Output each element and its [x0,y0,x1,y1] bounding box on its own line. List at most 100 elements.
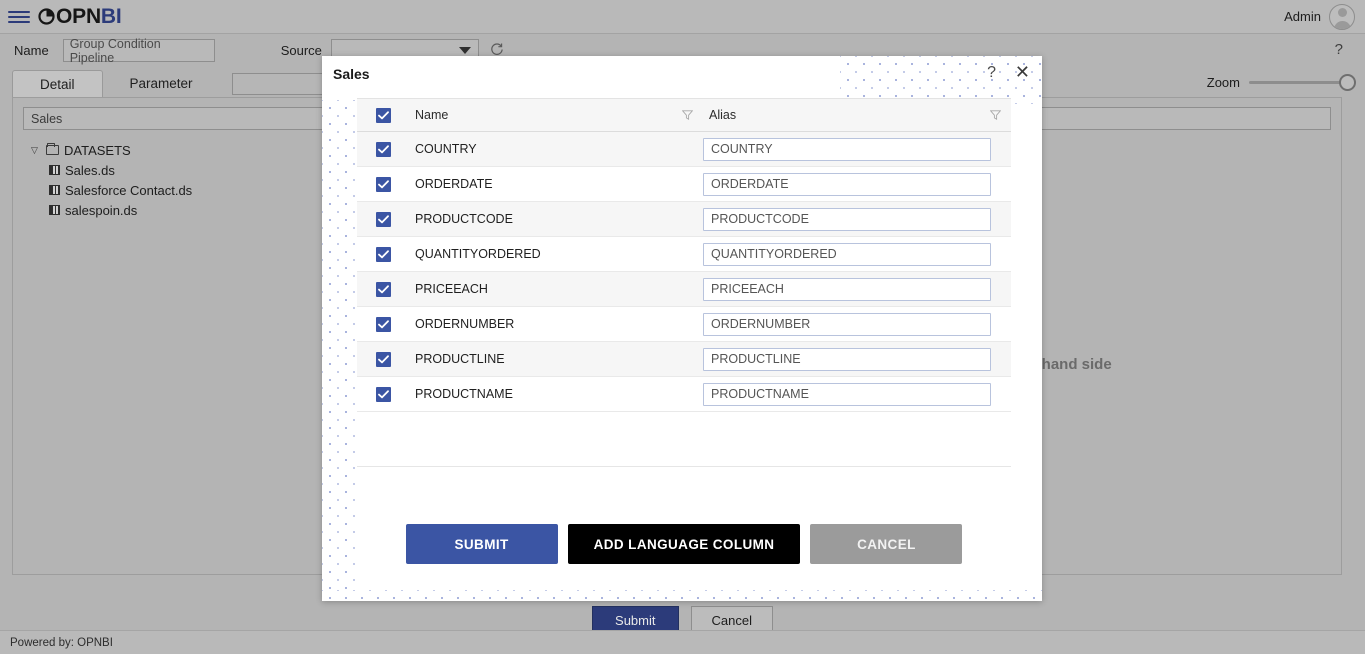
submit-button[interactable]: SUBMIT [405,524,558,564]
row-name-cell: QUANTITYORDERED [409,247,703,261]
zoom-slider-track[interactable] [1249,74,1356,91]
row-name-cell: ORDERDATE [409,177,703,191]
opnbi-logo-icon [38,8,55,25]
chevron-down-icon[interactable]: ▽ [31,145,41,155]
row-checkbox[interactable] [375,211,391,227]
row-alias-cell: ORDERDATE [703,172,1011,196]
name-input[interactable]: Group Condition Pipeline [62,37,215,65]
column-name-label: ORDERNUMBER [415,317,515,331]
folder-icon [46,143,59,155]
dataset-icon [49,185,60,195]
alias-column-header[interactable]: Alias [703,108,1011,122]
alias-input[interactable]: QUANTITYORDERED [703,242,991,266]
name-header-label: Name [415,108,449,122]
row-alias-cell: PRODUCTCODE [703,207,1011,231]
table-row: ORDERDATE ORDERDATE [357,167,1011,202]
row-check-cell [357,176,409,192]
top-header-bar: OPN BI Admin [0,0,1365,34]
row-name-cell: PRODUCTNAME [409,387,703,401]
brand-text-bi: BI [100,4,122,28]
row-name-cell: PRODUCTCODE [409,212,703,226]
table-row: QUANTITYORDERED QUANTITYORDERED [357,237,1011,272]
table-row: ORDERNUMBER ORDERNUMBER [357,307,1011,342]
column-name-label: COUNTRY [415,142,477,156]
row-name-cell: PRODUCTLINE [409,352,703,366]
chevron-down-icon [458,47,471,54]
avatar-body-icon [1333,20,1351,29]
column-name-label: ORDERDATE [415,177,493,191]
zoom-label: Zoom [1206,75,1240,90]
alias-input[interactable]: ORDERNUMBER [703,312,991,336]
source-label: Source [280,43,322,58]
columns-grid: Name Alias COUNTRY COUNTRY ORDERDATE ORD… [357,98,1011,467]
tab-parameter[interactable]: Parameter [103,70,220,97]
tree-label: Salesforce Contact.ds [65,182,193,198]
dialog-decor-dots-top [840,56,1042,104]
row-alias-cell: PRICEEACH [703,277,1011,301]
row-alias-cell: PRODUCTNAME [703,382,1011,406]
row-check-cell [357,281,409,297]
table-row: PRICEEACH PRICEEACH [357,272,1011,307]
alias-input[interactable]: PRICEEACH [703,277,991,301]
row-check-cell [357,246,409,262]
footer-powered-by: Powered by: OPNBI [10,637,113,649]
tree-label: DATASETS [64,142,131,158]
sales-columns-dialog: Sales ? ✕ Name Alias COUNTRY COUNTRY ORD… [322,56,1042,601]
avatar[interactable] [1329,3,1355,30]
dialog-help-icon[interactable]: ? [987,64,996,82]
table-row: PRODUCTNAME PRODUCTNAME [357,377,1011,412]
row-checkbox[interactable] [375,176,391,192]
table-row: COUNTRY COUNTRY [357,132,1011,167]
row-alias-cell: COUNTRY [703,137,1011,161]
column-name-label: PRODUCTNAME [415,387,513,401]
tab-parameter-label: Parameter [129,76,193,91]
user-name-label: Admin [1284,9,1321,24]
select-all-checkbox[interactable] [375,107,391,123]
dataset-icon [49,205,60,215]
row-checkbox[interactable] [375,316,391,332]
close-icon[interactable]: ✕ [1015,63,1030,81]
brand-logo: OPN BI [38,5,122,29]
row-checkbox[interactable] [375,386,391,402]
alias-header-label: Alias [709,108,737,122]
dialog-action-bar: SUBMIT ADD LANGUAGE COLUMN CANCEL [357,524,1011,564]
zoom-slider-thumb[interactable] [1339,74,1356,91]
filter-icon[interactable] [990,110,1001,120]
hamburger-menu-icon[interactable] [8,9,30,25]
row-checkbox[interactable] [375,351,391,367]
row-check-cell [357,351,409,367]
alias-input[interactable]: PRODUCTNAME [703,382,991,406]
row-name-cell: PRICEEACH [409,282,703,296]
tab-detail-label: Detail [40,76,75,92]
tab-detail[interactable]: Detail [12,70,103,97]
dialog-decor-dots-bottom [322,590,1042,601]
add-language-column-button[interactable]: ADD LANGUAGE COLUMN [567,524,801,564]
name-column-header[interactable]: Name [409,108,703,122]
dialog-decor-dots-left [322,100,356,590]
row-checkbox[interactable] [375,141,391,157]
footer-bar [0,630,1365,654]
alias-input[interactable]: PRODUCTCODE [703,207,991,231]
alias-input[interactable]: PRODUCTLINE [703,347,991,371]
alias-input[interactable]: COUNTRY [703,137,991,161]
column-name-label: PRODUCTCODE [415,212,513,226]
name-label: Name [14,43,49,58]
filter-icon[interactable] [682,110,693,120]
page-help-icon[interactable]: ? [1335,41,1343,58]
column-name-label: PRODUCTLINE [415,352,505,366]
table-row: PRODUCTCODE PRODUCTCODE [357,202,1011,237]
row-alias-cell: ORDERNUMBER [703,312,1011,336]
alias-input[interactable]: ORDERDATE [703,172,991,196]
row-check-cell [357,386,409,402]
row-checkbox[interactable] [375,246,391,262]
row-alias-cell: QUANTITYORDERED [703,242,1011,266]
zoom-control: Zoom [1206,74,1356,91]
tree-label: Sales.ds [65,162,115,178]
select-all-cell [357,107,409,123]
row-alias-cell: PRODUCTLINE [703,347,1011,371]
row-checkbox[interactable] [375,281,391,297]
row-check-cell [357,141,409,157]
cancel-button[interactable]: CANCEL [810,524,963,564]
dataset-icon [49,165,60,175]
grid-header-row: Name Alias [357,98,1011,132]
